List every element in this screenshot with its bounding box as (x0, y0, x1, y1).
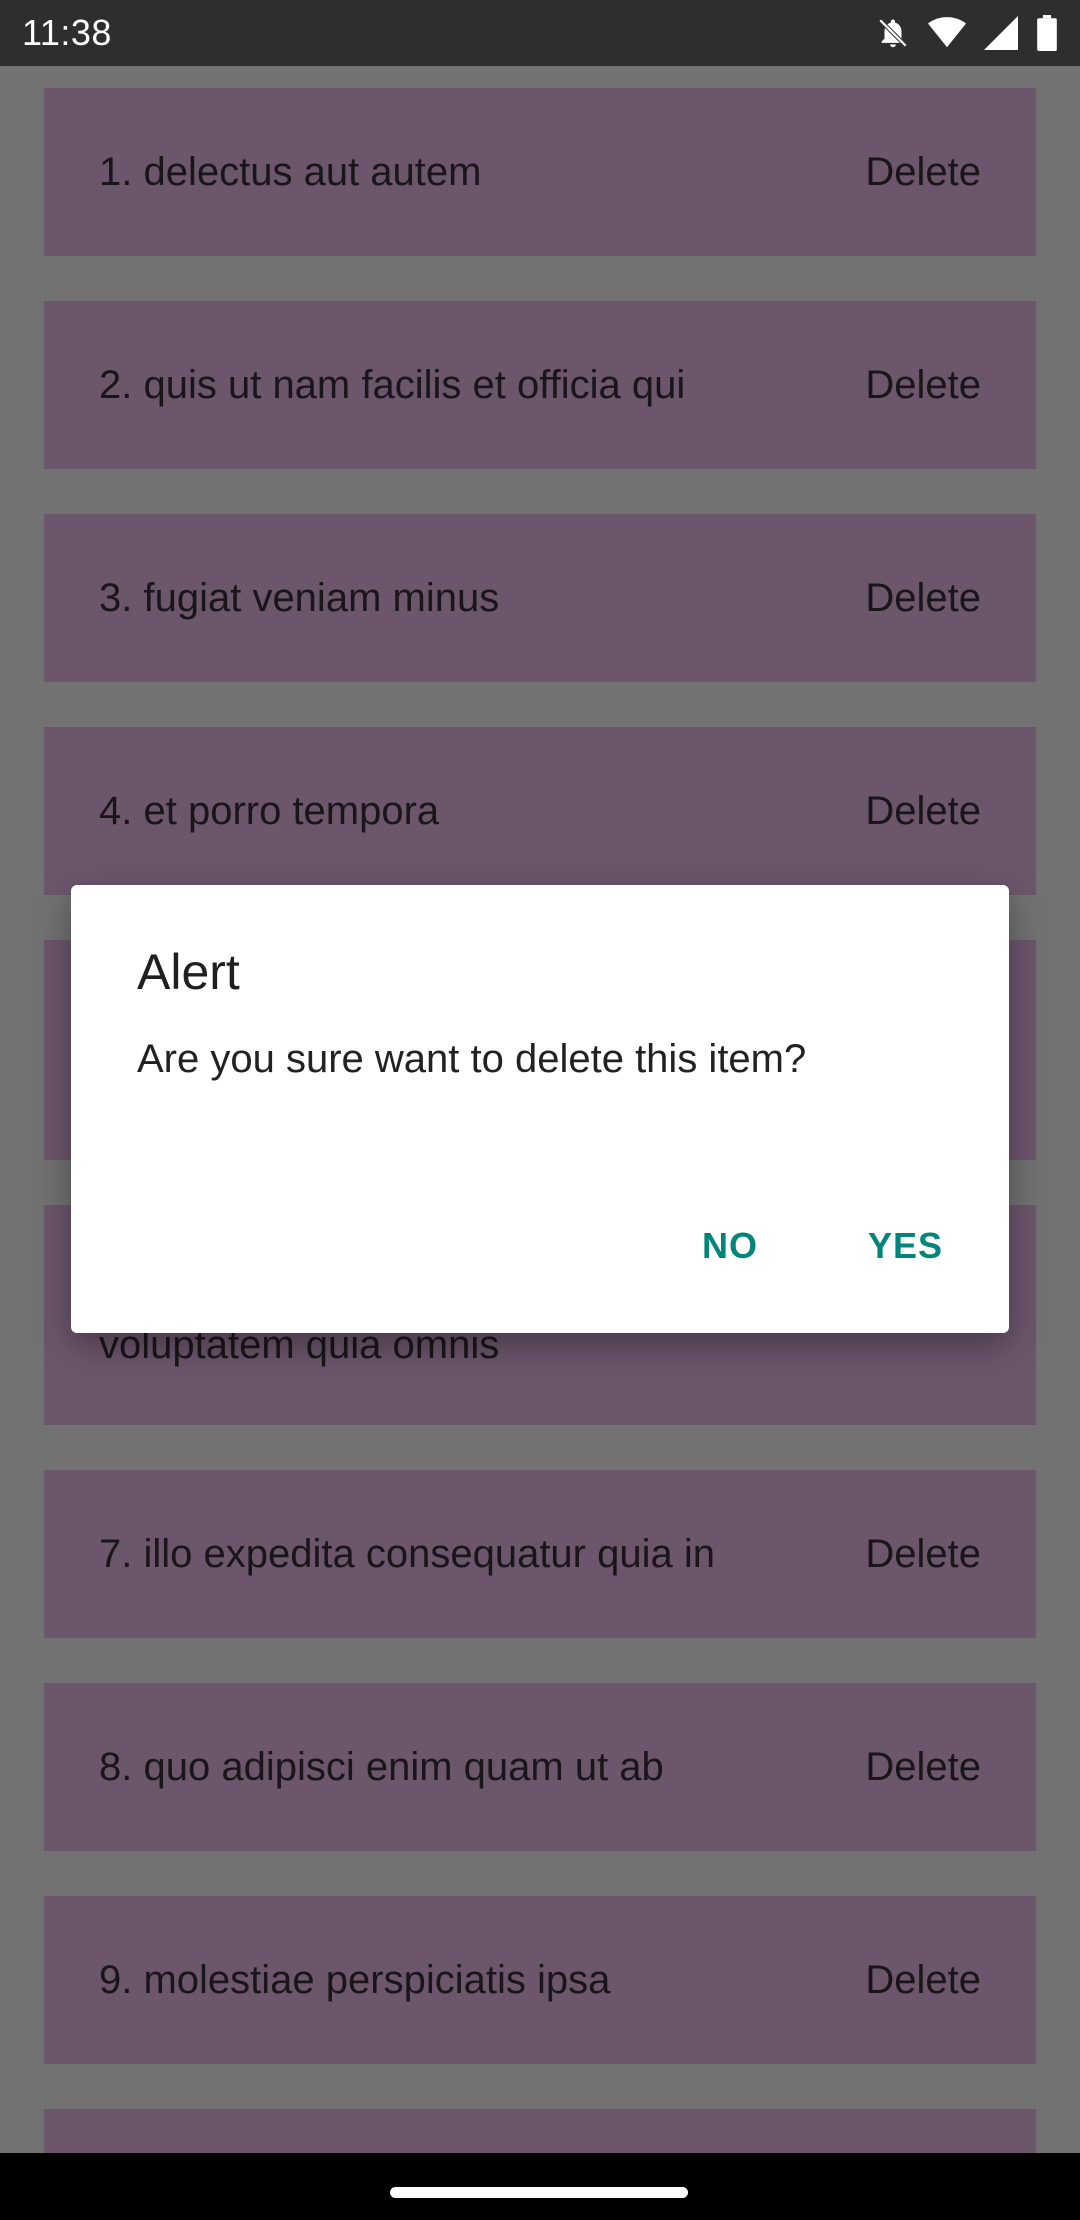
battery-icon (1036, 15, 1058, 51)
status-bar: 11:38 (0, 0, 1080, 66)
status-icons (876, 15, 1058, 51)
yes-button[interactable]: YES (868, 1225, 943, 1267)
signal-icon (984, 16, 1018, 50)
alert-dialog: Alert Are you sure want to delete this i… (71, 885, 1009, 1333)
dialog-message: Are you sure want to delete this item? (137, 1037, 807, 1081)
no-button[interactable]: NO (702, 1225, 758, 1267)
status-time: 11:38 (22, 12, 112, 53)
bell-off-icon (876, 16, 910, 50)
wifi-icon (928, 16, 966, 50)
dialog-title: Alert (137, 944, 240, 1000)
dialog-actions: NO YES (702, 1225, 943, 1267)
home-indicator[interactable] (390, 2187, 688, 2198)
